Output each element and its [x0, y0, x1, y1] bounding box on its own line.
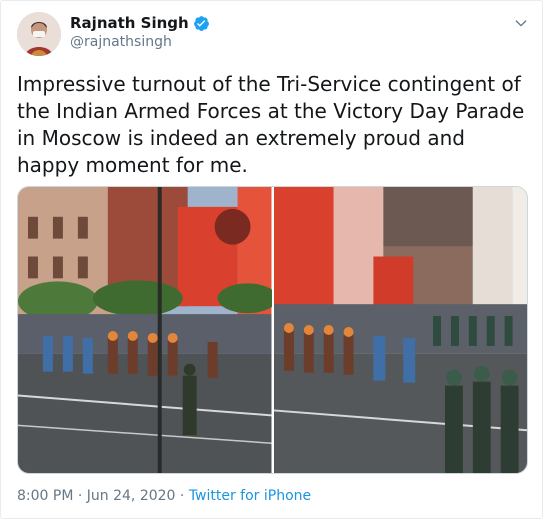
divider [17, 518, 528, 519]
tweet-meta: 8:00 PM · Jun 24, 2020 · Twitter for iPh… [17, 488, 311, 504]
meta-separator: · [175, 488, 189, 504]
tweet-time[interactable]: 8:00 PM [17, 488, 73, 504]
author-row: Rajnath Singh [70, 14, 210, 32]
verified-badge-icon [193, 15, 209, 31]
avatar[interactable] [17, 12, 61, 56]
media-grid [17, 186, 528, 474]
tweet-source-link[interactable]: Twitter for iPhone [189, 488, 311, 504]
author-handle[interactable]: @rajnathsingh [70, 34, 172, 50]
photo-left[interactable] [18, 187, 272, 473]
author-name[interactable]: Rajnath Singh [70, 14, 189, 32]
tweet-date[interactable]: Jun 24, 2020 [87, 488, 176, 504]
chevron-down-icon[interactable] [513, 15, 529, 31]
photo-right[interactable] [273, 187, 527, 473]
tweet-text: Impressive turnout of the Tri-Service co… [17, 72, 531, 177]
tweet-card: Rajnath Singh @rajnathsingh Impressive t… [0, 0, 543, 519]
meta-separator: · [73, 488, 87, 504]
